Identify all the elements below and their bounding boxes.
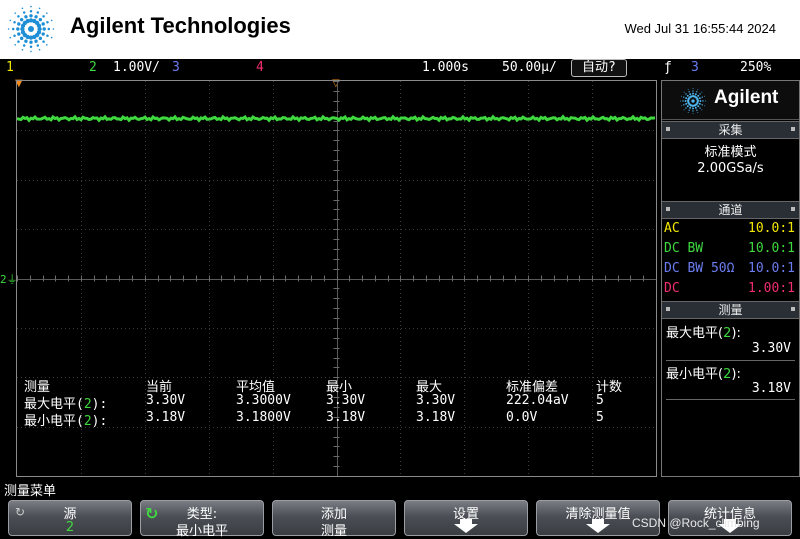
trigger-source: 3 [691,60,699,75]
channel-1-indicator[interactable]: 1 [6,60,14,75]
cell-min: 3.18V [326,410,366,425]
row-name: 最小电平(2): [24,414,108,429]
info-panel: Agilent 采集 标准模式 2.00GSa/s 通道 AC 10.0:1 D… [661,80,800,477]
channel-2-indicator[interactable]: 2 [89,60,97,75]
time-scale: 50.00µ/ [502,60,557,75]
ch3-coupling: DC BW 50Ω [664,261,735,276]
sample-rate: 2.00GSa/s [697,161,764,176]
cell-count: 5 [596,393,604,408]
softkey-value: 最小电平 [175,524,228,539]
ch2-probe: 10.0:1 [748,241,795,256]
trigger-level: 250% [740,60,772,75]
acquire-title: 采集 [718,123,743,137]
divider [666,399,795,400]
source-softkey[interactable]: ↻ 源 2 [8,500,132,536]
header-bar: Agilent Technologies Wed Jul 31 16:55:44… [0,0,800,59]
ch2-coupling: DC BW [664,241,704,256]
softkey-value: 2 [65,520,75,535]
channel-title: 通道 [718,203,743,217]
measurement-name: 最小电平 [24,414,77,429]
meas1-label: 最大电平(2): [666,326,741,341]
agilent-spark-small-icon [680,88,706,114]
cell-std-dev: 222.04aV [506,393,569,408]
panel-logo-word: Agilent [714,87,779,108]
ch1-probe: 10.0:1 [748,221,795,236]
section-tick-icon [791,307,795,311]
cell-mean: 3.3000V [236,393,291,408]
brand-name: Agilent Technologies [70,13,291,38]
section-tick-icon [791,207,795,211]
run-mode-indicator[interactable]: 自动? [571,59,627,77]
panel-logo: Agilent [662,81,799,120]
cell-min: 3.30V [326,393,366,408]
cell-count: 5 [596,410,604,425]
watermark: CSDN @Rock_climbing [632,516,760,530]
cell-current: 3.18V [146,410,186,425]
channel-4-indicator[interactable]: 4 [256,60,264,75]
cell-max: 3.18V [416,410,456,425]
datetime-display: Wed Jul 31 16:55:44 2024 [624,21,776,36]
ch2-ground-marker[interactable]: 2⏚ [0,271,18,287]
cell-max: 3.30V [416,393,456,408]
ch3-probe: 10.0:1 [748,261,795,276]
meas2-channel: 2 [723,367,732,382]
acquire-section-header: 采集 [662,121,799,139]
measure-section-header: 测量 [662,301,799,319]
channel-section-header: 通道 [662,201,799,219]
type-softkey[interactable]: ↻ 类型: 最小电平 [140,500,264,539]
divider [666,360,795,361]
ch1-coupling: AC [664,221,680,236]
status-bar: 1 2 1.00V/ 3 4 1.000s 50.00µ/ 自动? ƒ 3 25… [0,59,800,78]
measurement-channel: 2 [83,414,92,429]
ch4-coupling: DC [664,281,680,296]
time-delay: 1.000s [422,60,469,75]
submenu-arrow-icon [454,524,478,533]
meas2-name: 最小电平 [666,367,719,382]
trigger-edge-icon: ƒ [664,60,672,75]
section-tick-icon [791,127,795,131]
channel-3-indicator[interactable]: 3 [172,60,180,75]
section-tick-icon [666,207,670,211]
meas1-channel: 2 [723,326,732,341]
meas2-value: 3.18V [751,381,791,396]
cell-current: 3.30V [146,393,186,408]
channel-2-trace [17,114,656,123]
meas2-label: 最小电平(2): [666,367,741,382]
add-measurement-softkey[interactable]: 添加 测量 [272,500,396,539]
softkey-value: 测量 [320,524,347,539]
submenu-arrow-icon [586,524,610,533]
section-tick-icon [666,307,670,311]
meas1-value: 3.30V [751,341,791,356]
ch4-probe: 1.00:1 [748,281,795,296]
acquire-mode: 标准模式 [704,145,757,160]
section-tick-icon [666,127,670,131]
meas1-name: 最大电平 [666,326,719,341]
measure-title: 测量 [718,303,743,317]
cell-mean: 3.1800V [236,410,291,425]
settings-softkey[interactable]: 设置 [404,500,528,536]
channel-2-scale: 1.00V/ [113,60,160,75]
cell-std-dev: 0.0V [506,410,538,425]
agilent-spark-logo-icon [7,5,55,53]
